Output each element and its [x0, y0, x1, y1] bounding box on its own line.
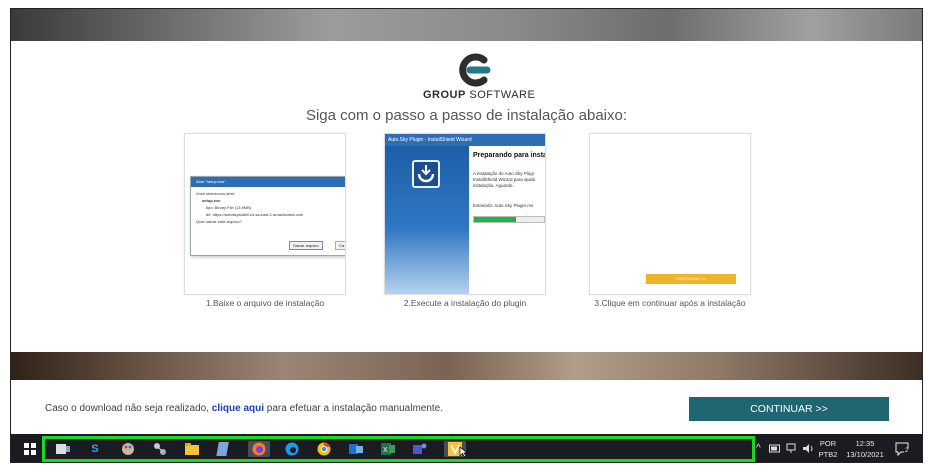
windows-taskbar: S X ^ POR PTB2 12:35 13/10/2021 2: [11, 434, 922, 462]
page-headline: Siga com o passo a passo de instalação a…: [305, 107, 628, 124]
download-dialog: Abrir "setup.exe" Você selecionou abrir:…: [190, 176, 345, 256]
installer-icon: [412, 160, 440, 188]
task-view-icon[interactable]: [55, 441, 71, 457]
download-question: Quer salvar este arquivo?: [196, 219, 242, 224]
battery-icon[interactable]: [769, 444, 781, 462]
notification-center-icon[interactable]: 2: [895, 442, 911, 462]
input-language-indicator[interactable]: POR PTB2: [817, 434, 839, 462]
download-dialog-body: Você selecionou abrir: setup.exe tipo: B…: [191, 187, 345, 228]
wizard-extract-status: Extraindo: Auto.Sky Plugin.ms: [473, 203, 534, 208]
browser-viewport: GROUP SOFTWARE Siga com o passo a passo …: [10, 8, 923, 463]
volume-icon[interactable]: [802, 443, 814, 462]
firefox-icon[interactable]: [248, 441, 270, 457]
manual-install-note: Caso o download não seja realizado, cliq…: [45, 403, 444, 414]
paint-icon[interactable]: [120, 441, 136, 457]
download-type: tipo: Binary File (13,9MB): [206, 205, 252, 210]
step-1-card: Abrir "setup.exe" Você selecionou abrir:…: [184, 133, 346, 295]
download-file-name: setup.exe: [202, 198, 221, 203]
manual-install-link[interactable]: clique aqui: [212, 403, 264, 414]
notepad-icon[interactable]: [216, 441, 232, 457]
teams-icon[interactable]: [412, 441, 428, 457]
step-2-caption: 2.Execute a instalação do plugin: [403, 298, 527, 308]
step-3-caption: 3.Clique em continuar após a instalação: [594, 298, 746, 308]
install-panel: GROUP SOFTWARE Siga com o passo a passo …: [11, 41, 922, 352]
download-dialog-title: Abrir "setup.exe": [191, 177, 345, 187]
wizard-content: Preparando para insta A instalação do Au…: [469, 146, 546, 294]
wizard-side-panel: [385, 146, 469, 294]
group-logo-icon: [459, 53, 491, 87]
group-software-logo: GROUP SOFTWARE: [423, 53, 536, 101]
edge-icon[interactable]: [284, 441, 300, 457]
download-from: de: https://autoskystabili.s3-sa-east-1.…: [206, 212, 304, 217]
network-app-icon[interactable]: [152, 441, 168, 457]
step-3-continue-button: CONTINUAR >>: [646, 274, 736, 284]
wizard-body: A instalação do Auto.Sky Plugi InstallSh…: [473, 171, 536, 188]
chrome-icon[interactable]: [316, 441, 332, 457]
step-3-card: CONTINUAR >>: [589, 133, 751, 295]
step-1-caption: 1.Baixe o arquivo de instalação: [205, 298, 325, 308]
wizard-heading: Preparando para insta: [473, 152, 546, 159]
wizard-progress-fill: [474, 217, 516, 222]
wizard-progress-bar: [473, 216, 545, 223]
svg-text:X: X: [383, 447, 388, 454]
windows-start-icon[interactable]: [22, 441, 38, 457]
background-image-top: [11, 9, 922, 41]
clock-date: 13/10/2021: [846, 450, 884, 459]
show-hidden-icons[interactable]: ^: [756, 443, 761, 462]
outlook-icon[interactable]: [348, 441, 364, 457]
brand-name: GROUP SOFTWARE: [423, 89, 536, 101]
excel-icon[interactable]: X: [380, 441, 396, 457]
network-icon[interactable]: [786, 443, 798, 462]
wizard-title: Auto.Sky Plugin - InstallShield Wizard: [385, 134, 545, 146]
highlighted-taskbar-area: [42, 436, 755, 462]
clock-time: 12:35: [855, 439, 875, 448]
file-explorer-icon[interactable]: [184, 441, 200, 457]
screenshot-frame: GROUP SOFTWARE Siga com o passo a passo …: [0, 0, 930, 470]
save-file-button: Salvar arquivo: [289, 241, 323, 250]
cancel-button: Ca: [335, 241, 345, 250]
download-prompt: Você selecionou abrir:: [196, 191, 236, 196]
system-clock[interactable]: 12:35 13/10/2021: [843, 434, 887, 462]
step-2-card: Auto.Sky Plugin - InstallShield Wizard P…: [384, 133, 546, 295]
s-app-icon[interactable]: S: [87, 441, 103, 457]
background-image-bottom: [11, 352, 922, 380]
continue-button[interactable]: CONTINUAR >>: [689, 397, 889, 421]
footer-bar: Caso o download não seja realizado, cliq…: [11, 380, 922, 434]
mouse-cursor-icon: [459, 446, 469, 458]
